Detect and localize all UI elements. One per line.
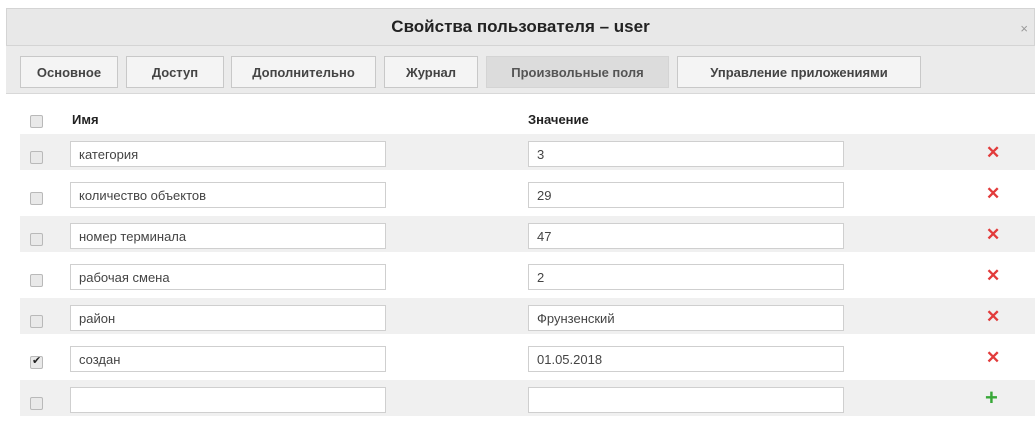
tabs-bar: Основное Доступ Дополнительно Журнал Про… xyxy=(6,46,1035,94)
field-name-input[interactable] xyxy=(70,182,386,208)
delete-icon[interactable]: ✕ xyxy=(986,144,1000,161)
field-value-input[interactable] xyxy=(528,264,844,290)
table-row: ✕ xyxy=(20,216,1035,252)
row-checkbox[interactable] xyxy=(30,274,43,287)
select-all-checkbox[interactable] xyxy=(30,115,43,128)
delete-icon[interactable]: ✕ xyxy=(986,267,1000,284)
table-row: ✕ xyxy=(20,257,1035,293)
tab-basic[interactable]: Основное xyxy=(20,56,118,88)
field-name-input[interactable] xyxy=(70,223,386,249)
field-name-input[interactable] xyxy=(70,264,386,290)
new-field-name-input[interactable] xyxy=(70,387,386,413)
delete-icon[interactable]: ✕ xyxy=(986,308,1000,325)
delete-icon[interactable]: ✕ xyxy=(986,349,1000,366)
field-value-input[interactable] xyxy=(528,305,844,331)
check-icon: ✔ xyxy=(32,355,42,367)
dialog-titlebar: Свойства пользователя – user × xyxy=(6,8,1035,46)
row-checkbox[interactable] xyxy=(30,151,43,164)
row-checkbox[interactable] xyxy=(30,192,43,205)
tab-additional[interactable]: Дополнительно xyxy=(231,56,376,88)
row-checkbox[interactable] xyxy=(30,233,43,246)
column-header-name: Имя xyxy=(72,112,99,127)
tab-app-management[interactable]: Управление приложениями xyxy=(677,56,921,88)
table-row: ✔ ✕ xyxy=(20,339,1035,375)
table-row: ✕ xyxy=(20,134,1035,170)
new-field-row: + xyxy=(20,380,1035,416)
field-value-input[interactable] xyxy=(528,223,844,249)
delete-icon[interactable]: ✕ xyxy=(986,226,1000,243)
field-name-input[interactable] xyxy=(70,141,386,167)
new-field-value-input[interactable] xyxy=(528,387,844,413)
field-value-input[interactable] xyxy=(528,346,844,372)
row-checkbox[interactable] xyxy=(30,315,43,328)
table-row: ✕ xyxy=(20,298,1035,334)
tab-access[interactable]: Доступ xyxy=(126,56,224,88)
tab-journal[interactable]: Журнал xyxy=(384,56,478,88)
column-header-value: Значение xyxy=(528,112,589,127)
table-row: ✕ xyxy=(20,175,1035,211)
table-header: Имя Значение xyxy=(20,104,1035,134)
close-icon[interactable]: × xyxy=(1020,22,1028,35)
add-icon[interactable]: + xyxy=(985,387,998,409)
field-name-input[interactable] xyxy=(70,305,386,331)
row-checkbox-checked[interactable]: ✔ xyxy=(30,355,43,369)
row-checkbox[interactable] xyxy=(30,397,43,410)
delete-icon[interactable]: ✕ xyxy=(986,185,1000,202)
tab-custom-fields[interactable]: Произвольные поля xyxy=(486,56,669,88)
dialog-title: Свойства пользователя – user xyxy=(391,17,650,36)
field-value-input[interactable] xyxy=(528,141,844,167)
field-name-input[interactable] xyxy=(70,346,386,372)
user-properties-dialog: Свойства пользователя – user × Основное … xyxy=(0,0,1035,445)
field-value-input[interactable] xyxy=(528,182,844,208)
